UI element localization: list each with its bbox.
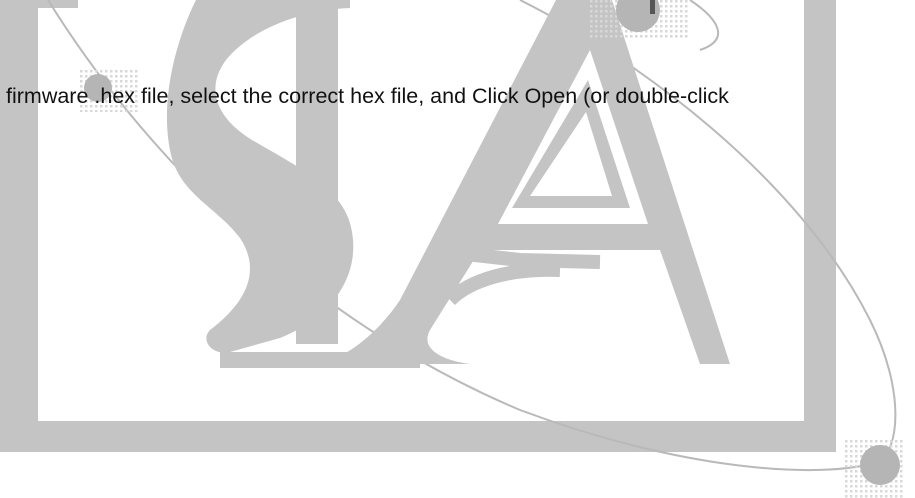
- frame-border: [0, 0, 836, 452]
- document-page: firmware .hex file, select the correct h…: [0, 0, 915, 498]
- body-text-line: firmware .hex file, select the correct h…: [6, 84, 729, 108]
- decor-dot-bottom-right: [845, 438, 905, 498]
- letter-s-with-bar: [166, 0, 420, 368]
- letter-a: [320, 0, 730, 364]
- decor-dot-top-right: [588, 0, 690, 40]
- sla-logo-watermark: [0, 0, 905, 498]
